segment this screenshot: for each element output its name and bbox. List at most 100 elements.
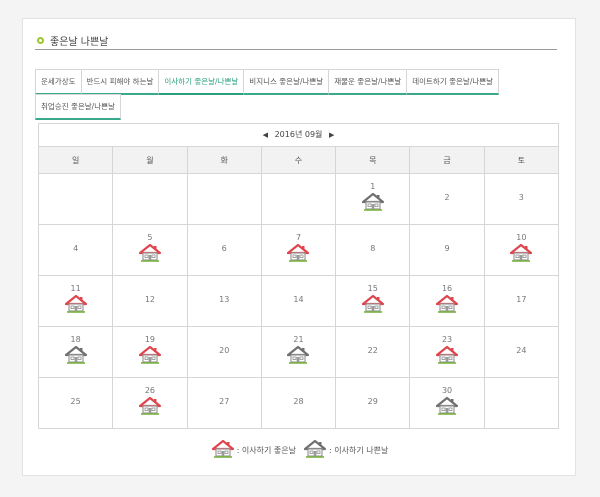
day-cell[interactable]: 25: [37, 377, 114, 429]
day-number: 7: [295, 233, 302, 242]
month-label: 2016년 09월: [274, 130, 323, 139]
lucky-days-panel: 좋은날 나쁜날 운세가상도 반드시 피해야 하는날 이사하기 좋은날/나쁜날 비지니스…: [22, 18, 576, 476]
day-number: 14: [293, 295, 304, 304]
day-cell[interactable]: 10: [483, 224, 560, 276]
tab-1[interactable]: 반드시 피해야 하는날: [80, 69, 160, 95]
tab-row: 운세가상도 반드시 피해야 하는날 이사하기 좋은날/나쁜날 비지니스 좋은날/나쁜날…: [35, 69, 555, 95]
week-row: 4 5 6 7 8 9 10: [37, 224, 560, 276]
day-number: 24: [516, 346, 527, 355]
tab-6[interactable]: 취업승진 좋은날/나쁜날: [35, 94, 121, 120]
legend-good: : 이사하기 좋은날: [211, 439, 296, 461]
day-cell[interactable]: 17: [483, 275, 560, 327]
day-number: 4: [73, 244, 79, 253]
empty-day-cell: [483, 377, 560, 429]
house-bad-icon: [40, 345, 111, 365]
day-number: 18: [70, 335, 81, 344]
day-cell[interactable]: 23: [409, 326, 485, 378]
day-cell[interactable]: 1: [335, 173, 411, 225]
day-number: 26: [144, 386, 156, 395]
house-good-icon: [114, 345, 185, 365]
day-number: 13: [219, 295, 230, 304]
day-cell[interactable]: 26: [112, 377, 188, 429]
house-good-icon: [40, 294, 111, 314]
day-cell[interactable]: 16: [409, 275, 485, 327]
week-row: 1 2 3: [37, 173, 560, 225]
house-bad-icon: [263, 345, 334, 365]
weekday-4: 목: [335, 146, 411, 174]
day-number: 15: [367, 284, 378, 293]
day-cell[interactable]: 24: [483, 326, 560, 378]
day-cell[interactable]: 7: [260, 224, 337, 276]
day-cell[interactable]: 28: [260, 377, 337, 429]
day-cell[interactable]: 20: [186, 326, 262, 378]
house-good-icon: [486, 243, 557, 263]
tab-5[interactable]: 데이트하기 좋은날/나쁜날: [406, 69, 500, 95]
day-number: 20: [219, 346, 230, 355]
empty-day-cell: [112, 173, 188, 225]
tab-4[interactable]: 재물운 좋은날/나쁜날: [328, 69, 408, 95]
legend-good-label: : 이사하기 좋은날: [236, 445, 296, 455]
month-navigator: ◀ 2016년 09월 ▶: [38, 123, 559, 146]
day-number: 6: [221, 244, 227, 253]
day-cell[interactable]: 3: [483, 173, 560, 225]
day-cell[interactable]: 30: [409, 377, 485, 429]
day-cell[interactable]: 4: [37, 224, 114, 276]
weekday-3: 수: [260, 146, 337, 174]
house-good-icon: [411, 345, 482, 365]
day-cell[interactable]: 27: [186, 377, 262, 429]
day-cell[interactable]: 18: [37, 326, 114, 378]
day-number: 25: [70, 397, 81, 406]
house-good-icon: [114, 243, 185, 263]
day-number: 3: [518, 193, 524, 202]
day-number: 5: [147, 233, 153, 242]
day-cell[interactable]: 12: [112, 275, 188, 327]
day-cell[interactable]: 11: [37, 275, 114, 327]
tab-0[interactable]: 운세가상도: [35, 69, 82, 95]
day-cell[interactable]: 21: [260, 326, 337, 378]
day-cell[interactable]: 8: [335, 224, 411, 276]
day-number: 30: [441, 386, 453, 395]
week-row: 11 12 13 14 15 16 17: [37, 275, 560, 327]
tab-3[interactable]: 비지니스 좋은날/나쁜날: [243, 69, 330, 95]
next-month-button[interactable]: ▶: [325, 131, 338, 139]
prev-month-button[interactable]: ◀: [259, 131, 272, 139]
day-cell[interactable]: 19: [112, 326, 188, 378]
day-number: 19: [144, 335, 156, 344]
weekday-5: 금: [409, 146, 485, 174]
day-cell[interactable]: 13: [186, 275, 262, 327]
day-number: 8: [370, 244, 376, 253]
tab-row: 취업승진 좋은날/나쁜날: [35, 94, 555, 120]
day-number: 1: [370, 182, 376, 191]
day-cell[interactable]: 5: [112, 224, 188, 276]
weekday-1: 월: [112, 146, 188, 174]
day-cell[interactable]: 6: [186, 224, 262, 276]
calendar-grid: 일월화수목금토 1 2 3 4 5 6 7 8 9 10 11 12 13 14 15 16 17 18 19 20 2…: [37, 146, 560, 429]
weekday-header-row: 일월화수목금토: [37, 146, 560, 174]
house-good-icon: [211, 439, 237, 461]
day-cell[interactable]: 2: [409, 173, 485, 225]
day-number: 2: [444, 193, 450, 202]
empty-day-cell: [260, 173, 337, 225]
day-cell[interactable]: 14: [260, 275, 337, 327]
day-number: 29: [367, 397, 378, 406]
day-cell[interactable]: 9: [409, 224, 485, 276]
day-number: 9: [444, 244, 450, 253]
house-bad-icon: [337, 192, 408, 212]
house-good-icon: [411, 294, 482, 314]
house-good-icon: [114, 396, 185, 416]
day-number: 23: [441, 335, 453, 344]
weekday-2: 화: [186, 146, 262, 174]
house-good-icon: [263, 243, 334, 263]
tab-2[interactable]: 이사하기 좋은날/나쁜날: [158, 69, 245, 95]
house-good-icon: [337, 294, 408, 314]
bullet-icon: [37, 37, 44, 44]
day-cell[interactable]: 29: [335, 377, 411, 429]
weekday-0: 일: [37, 146, 114, 174]
day-number: 16: [441, 284, 453, 293]
week-row: 18 19 20 21 22 23 24: [37, 326, 560, 378]
week-row: 25 26 27 28 29 30: [37, 377, 560, 429]
calendar: ◀ 2016년 09월 ▶ 일월화수목금토 1 2 3 4 5 6 7 8 9 10 11 12 13 1…: [37, 123, 560, 429]
day-cell[interactable]: 22: [335, 326, 411, 378]
legend-bad-label: : 이사하기 나쁜날: [329, 445, 389, 455]
day-cell[interactable]: 15: [335, 275, 411, 327]
